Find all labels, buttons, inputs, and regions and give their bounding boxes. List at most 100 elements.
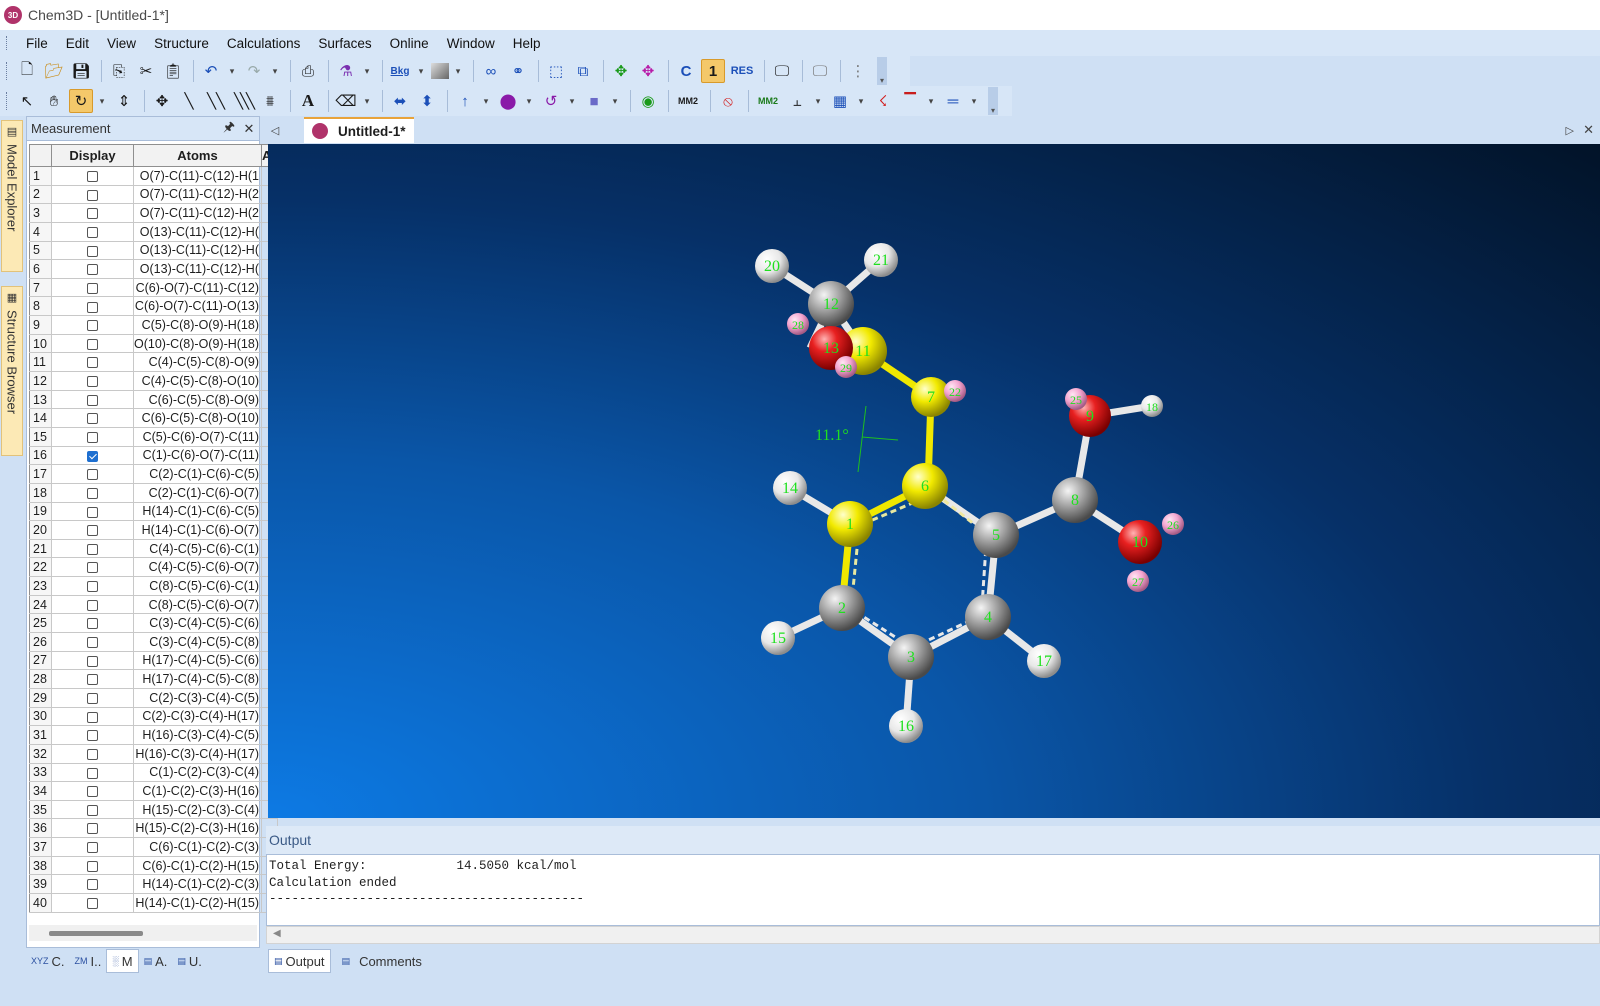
menu-file[interactable]: File xyxy=(17,36,57,51)
table-row[interactable]: 35 H(15)-C(2)-C(3)-C(4) xyxy=(29,799,278,820)
output-horizontal-scrollbar[interactable]: ◀ xyxy=(266,926,1600,944)
atom-color-dropdown-icon[interactable]: ▾ xyxy=(523,89,535,113)
table-row[interactable]: 11 C(4)-C(5)-C(8)-O(9) xyxy=(29,352,278,373)
display-checkbox[interactable] xyxy=(87,320,98,332)
display-checkbox[interactable] xyxy=(87,823,98,835)
background-color-icon[interactable]: Bkg xyxy=(388,59,412,83)
tab-output[interactable]: ▤ Output xyxy=(268,949,331,973)
close-icon[interactable]: ✕ xyxy=(239,121,259,137)
translate-icon[interactable]: ✥ xyxy=(150,89,174,113)
new-document-icon[interactable]: 🗋 xyxy=(15,59,39,83)
measure-dropdown-icon[interactable]: ▾ xyxy=(812,89,824,113)
display-checkbox[interactable] xyxy=(87,431,98,443)
toolbar-grip-icon[interactable] xyxy=(6,62,9,80)
axis-dropdown-icon[interactable]: ▾ xyxy=(480,89,492,113)
display-checkbox[interactable] xyxy=(87,376,98,388)
model-explorer-tab[interactable]: ▤ Model Explorer xyxy=(1,120,23,272)
menu-surfaces[interactable]: Surfaces xyxy=(309,36,380,51)
table-row[interactable]: 15 C(5)-C(6)-O(7)-C(11) xyxy=(29,426,278,447)
display-checkbox[interactable] xyxy=(87,301,98,313)
table-row[interactable]: 12 C(4)-C(5)-C(8)-O(10) xyxy=(29,371,278,391)
molecule-viewport[interactable]: 11.1° 20 21 12 11 13 28 29 7 22 14 6 1 5 8 9 25 18 10 26 27… xyxy=(268,144,1600,818)
menu-online[interactable]: Online xyxy=(381,36,438,51)
display-checkbox[interactable] xyxy=(87,208,98,220)
display-checkbox[interactable] xyxy=(87,879,98,891)
display-checkbox[interactable] xyxy=(87,804,98,816)
table-row[interactable]: 7 C(6)-O(7)-C(11)-C(12) xyxy=(29,277,278,298)
display-checkbox[interactable] xyxy=(87,487,98,499)
display-checkbox[interactable] xyxy=(87,860,98,872)
trackball-x-icon[interactable]: ⬍ xyxy=(415,89,439,113)
table-row[interactable]: 9 C(5)-C(8)-O(9)-H(18) xyxy=(29,315,278,335)
display-checkbox[interactable] xyxy=(87,357,98,369)
redo-icon[interactable]: ↷ xyxy=(242,59,266,83)
model-display-icon[interactable]: ⚗ xyxy=(334,59,358,83)
tab-scroll-right-icon[interactable]: ▷ xyxy=(1566,124,1574,137)
display-checkbox[interactable] xyxy=(87,338,98,350)
undo-icon[interactable]: ↶ xyxy=(199,59,223,83)
measurement-horizontal-scrollbar[interactable] xyxy=(29,925,257,941)
left-panel-tab-3[interactable]: ▤ A. xyxy=(139,949,173,973)
redo-dropdown-icon[interactable]: ▾ xyxy=(269,59,281,83)
stop-calculation-icon[interactable]: ⦸ xyxy=(716,89,740,113)
molecule-model[interactable]: 11.1° 20 2112111328297 2214 6158925 18102627… xyxy=(268,144,1600,818)
carbon-label-button[interactable]: C xyxy=(674,59,698,83)
table-row[interactable]: 1 O(7)-C(11)-C(12)-H(1 xyxy=(29,166,278,186)
rotate-box-icon[interactable]: ⧉ xyxy=(571,59,595,83)
double-bond-icon[interactable]: ╲╲ xyxy=(204,89,228,113)
bond-color-dropdown-icon[interactable]: ▾ xyxy=(566,89,578,113)
toolbar-section-dropdown-icon[interactable]: ▾ xyxy=(361,89,373,113)
table-row[interactable]: 22 C(4)-C(5)-C(6)-O(7) xyxy=(29,557,278,578)
table-row[interactable]: 37 C(6)-C(1)-C(2)-C(3) xyxy=(29,837,278,857)
table-row[interactable]: 8 C(6)-O(7)-C(11)-O(13) xyxy=(29,296,278,317)
toolbar-overflow-icon[interactable]: ▾ xyxy=(877,57,887,85)
table-row[interactable]: 29 C(2)-C(3)-C(4)-C(5) xyxy=(29,687,278,708)
display-checkbox[interactable] xyxy=(87,506,98,518)
left-panel-tab-1[interactable]: ZM I.. xyxy=(70,949,107,973)
display-checkbox[interactable] xyxy=(87,618,98,630)
scroll-left-arrow-icon[interactable]: ◀ xyxy=(273,928,281,939)
table-row[interactable]: 5 O(13)-C(11)-C(12)-H( xyxy=(29,240,278,261)
eraser-icon[interactable]: ⌫ xyxy=(334,89,358,113)
left-panel-tab-4[interactable]: ▤ U. xyxy=(172,949,207,973)
more-options-icon[interactable]: ⋮ xyxy=(846,59,870,83)
stop-icon[interactable]: ■ xyxy=(582,89,606,113)
table-row[interactable]: 6 O(13)-C(11)-C(12)-H( xyxy=(29,259,278,279)
table-row[interactable]: 38 C(6)-C(1)-C(2)-H(15) xyxy=(29,855,278,876)
table-row[interactable]: 16 C(1)-C(6)-O(7)-C(11) xyxy=(29,445,278,466)
rotate-dropdown-icon[interactable]: ▾ xyxy=(96,89,108,113)
table-row[interactable]: 17 C(2)-C(1)-C(6)-C(5) xyxy=(29,464,278,484)
left-panel-tab-0[interactable]: XYZ C. xyxy=(26,949,70,973)
table-row[interactable]: 28 H(17)-C(4)-C(5)-C(8) xyxy=(29,669,278,689)
table-row[interactable]: 24 C(8)-C(5)-C(6)-O(7) xyxy=(29,594,278,615)
table-row[interactable]: 34 C(1)-C(2)-C(3)-H(16) xyxy=(29,781,278,801)
document-tab[interactable]: Untitled-1* xyxy=(304,117,414,143)
table-dropdown-icon[interactable]: ▾ xyxy=(855,89,867,113)
hand-pan-icon[interactable]: ✋︎ xyxy=(42,89,66,113)
toolbar-grip-icon[interactable] xyxy=(6,92,9,110)
highlight-icon[interactable]: ☇ xyxy=(871,89,895,113)
atom-color-icon[interactable]: ⬤ xyxy=(496,89,520,113)
stereo-view-icon[interactable]: ∞ xyxy=(479,59,503,83)
zoom-tool-icon[interactable]: ⇕ xyxy=(112,89,136,113)
table-row[interactable]: 2 O(7)-C(11)-C(12)-H(2 xyxy=(29,184,278,205)
ribbon-dropdown-icon[interactable]: ▾ xyxy=(925,89,937,113)
table-row[interactable]: 3 O(7)-C(11)-C(12)-H(2 xyxy=(29,203,278,223)
mm2-run-button[interactable]: MM2 xyxy=(754,89,782,113)
table-row[interactable]: 14 C(6)-C(5)-C(8)-O(10) xyxy=(29,408,278,428)
display-checkbox[interactable] xyxy=(87,450,98,462)
undo-dropdown-icon[interactable]: ▾ xyxy=(226,59,238,83)
run-circle-icon[interactable]: ◉ xyxy=(636,89,660,113)
display-checkbox[interactable] xyxy=(87,898,98,909)
display-checkbox[interactable] xyxy=(87,469,98,481)
background-dropdown-icon[interactable]: ▾ xyxy=(415,59,427,83)
structure-browser-tab[interactable]: ▦ Structure Browser xyxy=(1,286,23,456)
table-row[interactable]: 21 C(4)-C(5)-C(6)-C(1) xyxy=(29,538,278,559)
pin-icon[interactable]: 🖈︎ xyxy=(219,118,239,140)
table-row[interactable]: 26 C(3)-C(4)-C(5)-C(8) xyxy=(29,632,278,652)
display-checkbox[interactable] xyxy=(87,543,98,555)
residue-label-button[interactable]: RES xyxy=(728,59,756,83)
display-checkbox[interactable] xyxy=(87,264,98,276)
table-icon[interactable]: ▦ xyxy=(828,89,852,113)
display-checkbox[interactable] xyxy=(87,189,98,201)
